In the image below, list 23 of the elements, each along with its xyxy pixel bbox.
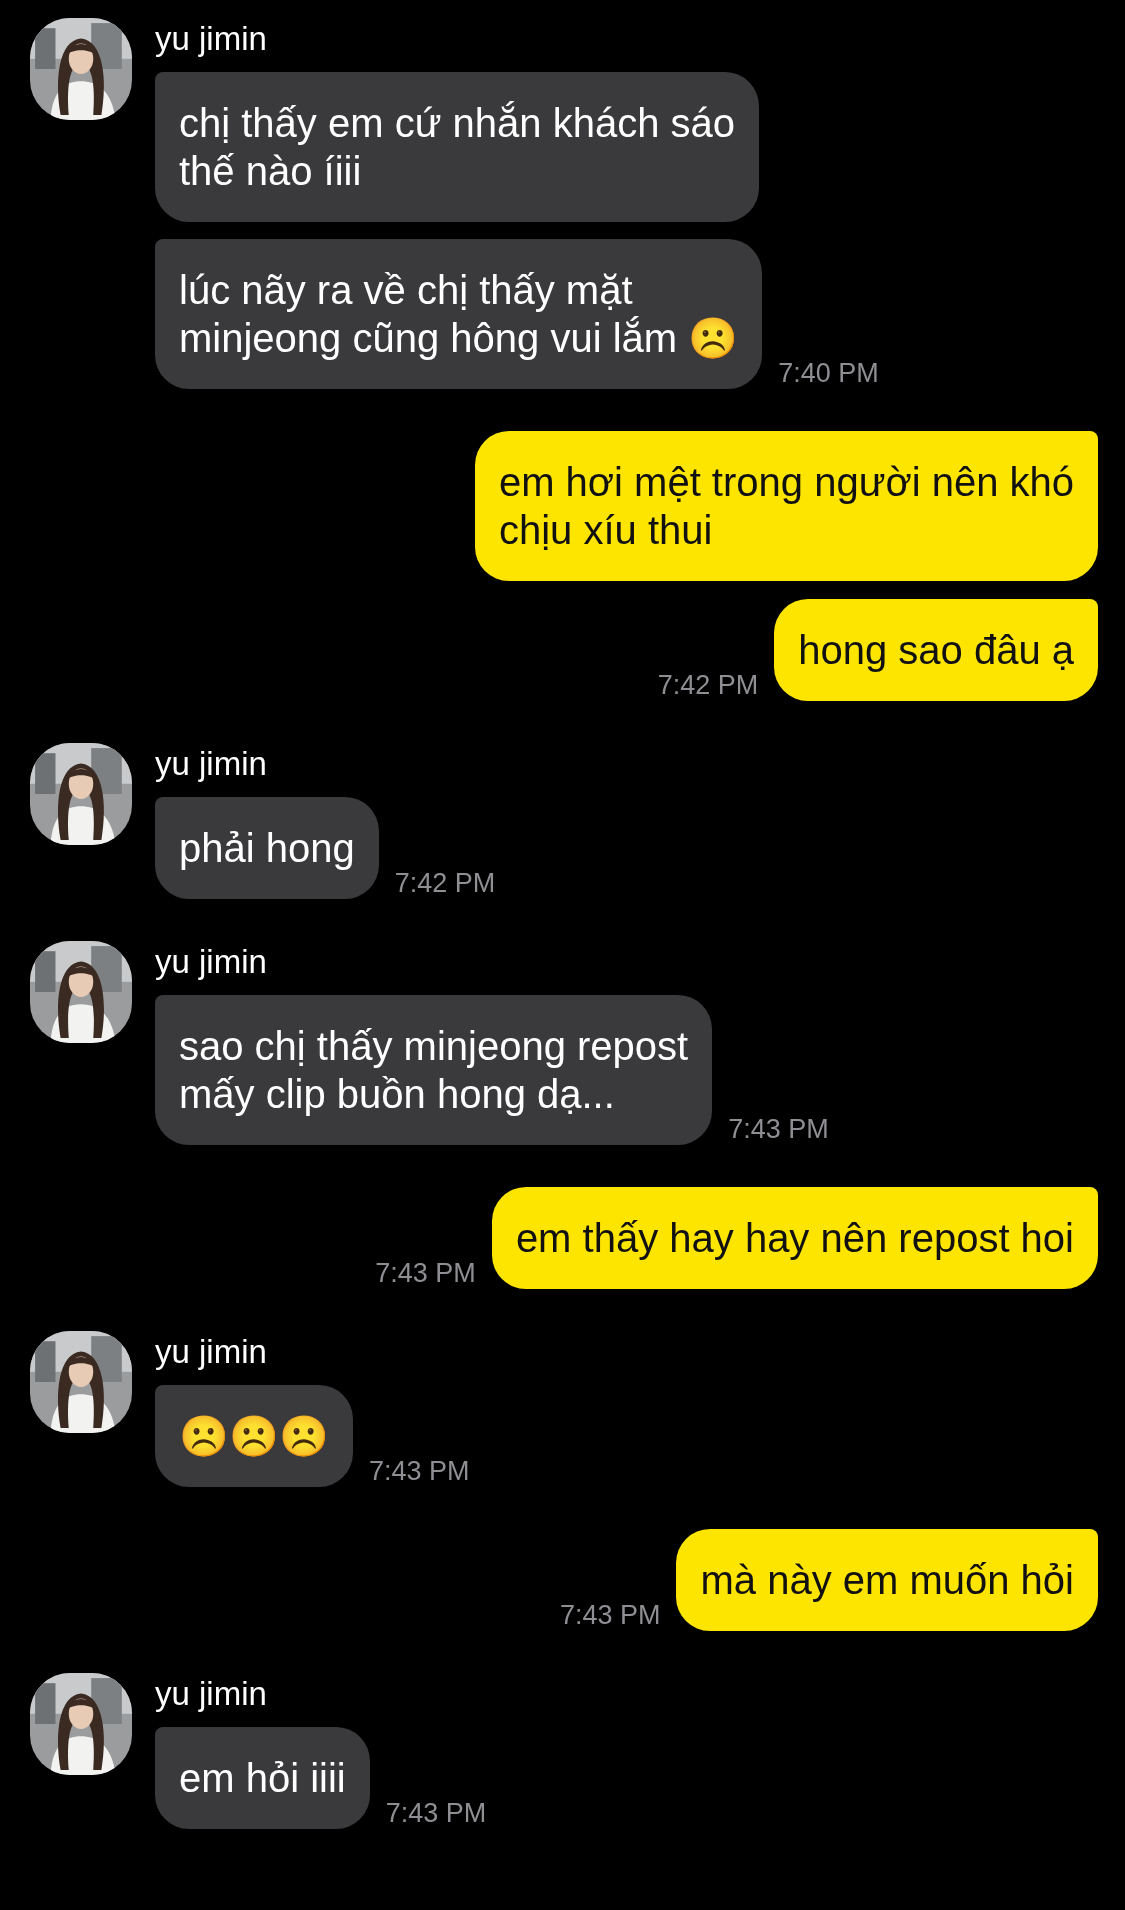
message-bubble: sao chị thấy minjeong repost mấy clip buồn hong dạ... xyxy=(155,995,713,1145)
timestamp: 7:43 PM xyxy=(369,1456,470,1487)
message-bubble: mà này em muốn hỏi xyxy=(676,1529,1098,1631)
message-bubble: em hơi mệt trong người nên khó chịu xíu thui xyxy=(474,431,1098,581)
message-bubble: ☹☹☹ xyxy=(155,1385,353,1487)
timestamp: 7:43 PM xyxy=(375,1258,476,1289)
timestamp: 7:43 PM xyxy=(728,1114,829,1145)
timestamp: 7:42 PM xyxy=(394,868,496,899)
timestamp: 7:40 PM xyxy=(778,358,879,389)
sender-name: yu jimin xyxy=(155,1674,268,1714)
timestamp: 7:43 PM xyxy=(385,1798,487,1829)
message-bubble: lúc nãy ra về chị thấy mặt minjeong cũng hông vui lắm ☹ xyxy=(155,239,763,389)
message-bubble: em hỏi iiii xyxy=(155,1727,370,1829)
sender-name: yu jimin xyxy=(155,19,268,59)
sender-name: yu jimin xyxy=(155,942,268,982)
sender-name: yu jimin xyxy=(155,744,268,784)
sender-name: yu jimin xyxy=(155,1332,268,1372)
message-bubble: chị thấy em cứ nhắn khách sáo thế nào íiii xyxy=(155,72,759,222)
timestamp: 7:43 PM xyxy=(559,1600,661,1631)
message-bubble: hong sao đâu ạ xyxy=(774,599,1098,701)
message-bubble: em thấy hay hay nên repost hoi xyxy=(491,1187,1098,1289)
timestamp: 7:42 PM xyxy=(657,670,759,701)
message-bubble: phải hong xyxy=(155,797,379,899)
